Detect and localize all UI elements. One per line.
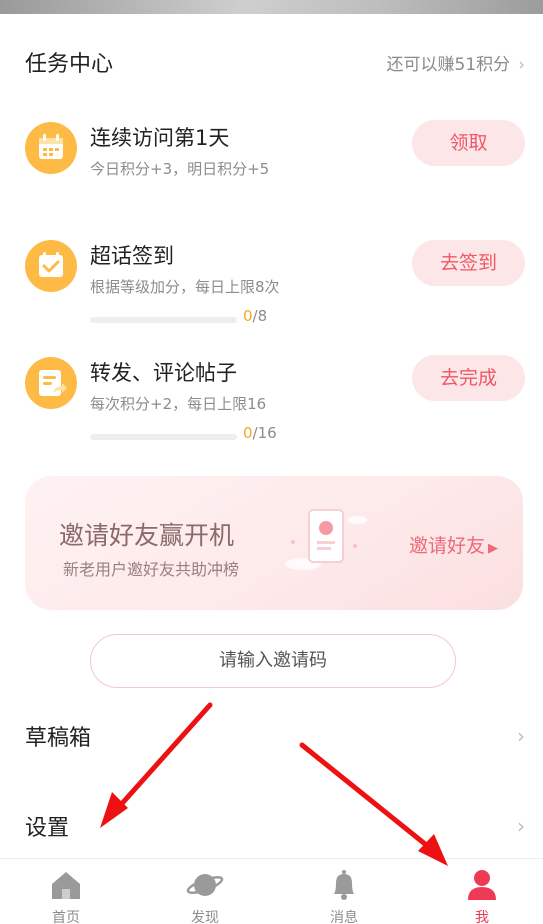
tab-label: 首页 [52,910,80,924]
menu-item-settings[interactable]: 设置 › [25,810,525,850]
menu-item-label: 草稿箱 [25,726,92,751]
task-description: 根据等级加分，每日上限8次 [90,278,280,296]
remaining-points-text: 还可以赚51积分 [386,55,511,75]
invite-illustration [283,502,373,582]
bottom-tab-bar: 首页 发现 消息 我 [0,858,543,924]
caret-right-icon: ▶ [488,541,498,556]
progress-current: 0 [243,307,253,325]
menu-item-drafts[interactable]: 草稿箱 › [25,720,525,760]
task-name: 转发、评论帖子 [90,361,237,385]
task-description: 每次积分+2，每日上限16 [90,395,267,413]
tab-me[interactable]: 我 [432,867,532,924]
progress-current: 0 [243,424,253,442]
task-item-checkin: 超话签到 根据等级加分，每日上限8次 0/8 去签到 [25,240,525,330]
menu-item-label: 设置 [25,816,70,841]
checkin-button[interactable]: 去签到 [412,240,525,286]
chevron-right-icon: › [518,55,525,75]
progress-total: /8 [252,307,268,325]
invite-banner[interactable]: 邀请好友赢开机 新老用户邀好友共助冲榜 邀请好友 ▶ [25,476,523,610]
task-name: 连续访问第1天 [90,126,230,150]
status-bar [0,0,543,14]
invite-friends-link[interactable]: 邀请好友 ▶ [409,531,498,558]
checkin-icon [25,240,77,292]
home-icon [52,872,80,899]
complete-button[interactable]: 去完成 [412,355,525,401]
tab-label: 消息 [330,910,358,924]
chevron-right-icon: › [517,814,525,838]
progress-bar [90,317,237,323]
planet-icon [186,874,224,896]
progress-total: /16 [252,424,277,442]
invite-title: 邀请好友赢开机 [59,521,235,550]
tab-home[interactable]: 首页 [16,867,116,924]
progress-text: 0/8 [243,307,267,325]
claim-button[interactable]: 领取 [412,120,525,166]
task-item-daily-visit: 连续访问第1天 今日积分+3，明日积分+5 领取 [25,120,525,212]
progress-bar [90,434,237,440]
profile-icon [468,870,496,900]
task-center-header: 任务中心 还可以赚51积分 › [25,44,525,78]
progress-text: 0/16 [243,424,277,442]
tab-label: 我 [475,910,489,924]
invite-subtitle: 新老用户邀好友共助冲榜 [63,560,240,579]
tab-discover[interactable]: 发现 [155,867,255,924]
tab-messages[interactable]: 消息 [294,867,394,924]
task-name: 超话签到 [90,244,174,268]
task-item-repost-comment: 转发、评论帖子 每次积分+2，每日上限16 0/16 去完成 [25,355,525,447]
share-doc-icon [25,357,77,409]
task-description: 今日积分+3，明日积分+5 [90,160,270,178]
invite-code-input[interactable]: 请输入邀请码 [90,634,456,688]
bell-icon [334,870,354,900]
remaining-points-link[interactable]: 还可以赚51积分 › [387,50,525,75]
chevron-right-icon: › [517,724,525,748]
invite-link-text: 邀请好友 [408,535,485,557]
calendar-icon [25,122,77,174]
page-title: 任务中心 [25,52,114,77]
tab-label: 发现 [191,910,219,924]
